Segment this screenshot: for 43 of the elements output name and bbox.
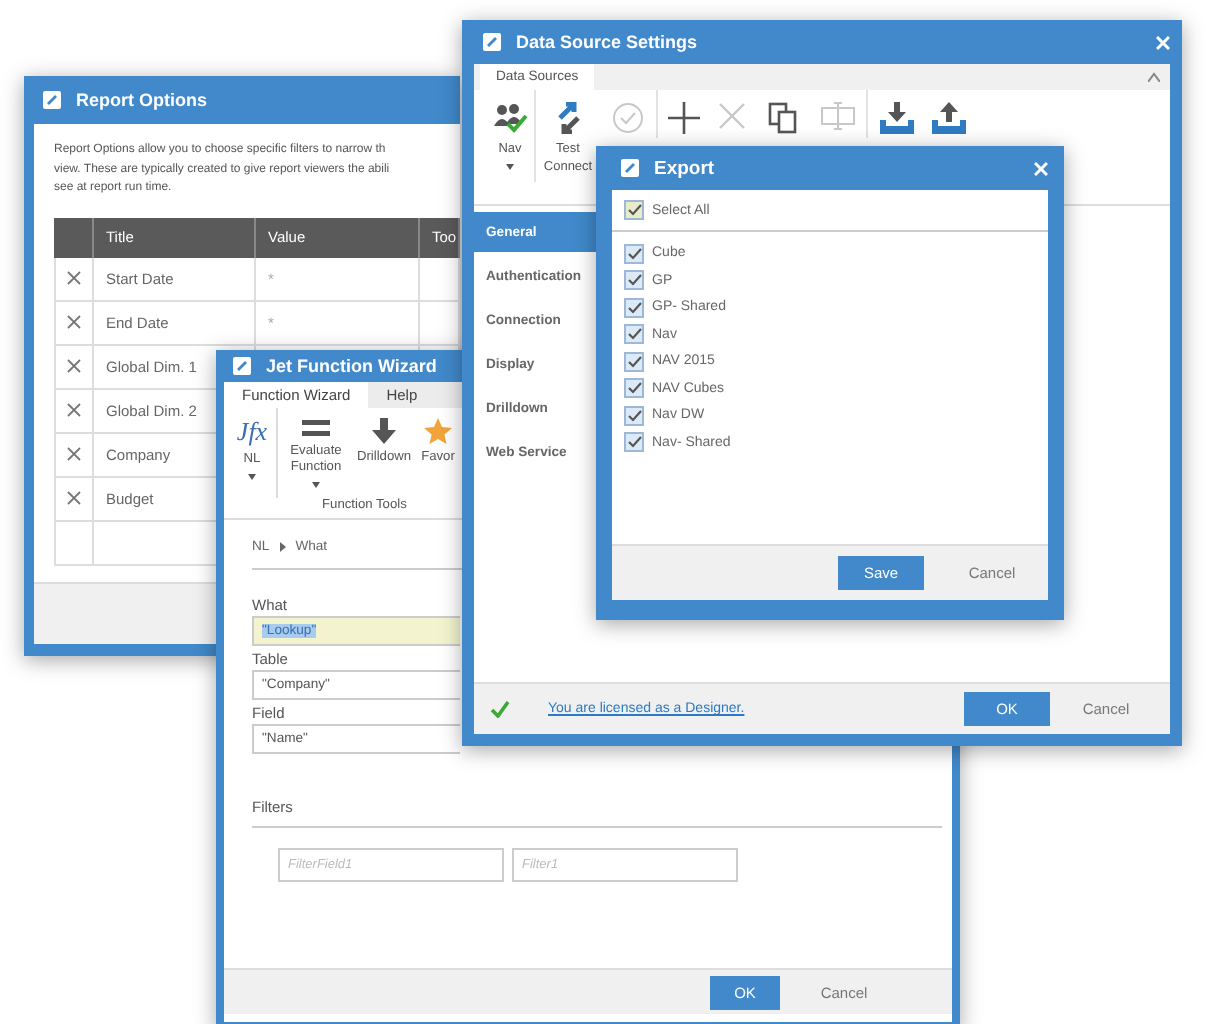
checkbox[interactable]	[624, 351, 644, 372]
window-icon	[482, 32, 502, 52]
window-icon	[232, 356, 252, 376]
window-title: Jet Function Wizard	[266, 356, 437, 376]
star-icon	[424, 418, 452, 444]
window-icon	[42, 90, 62, 110]
delete-icon[interactable]	[66, 490, 82, 506]
delete-icon[interactable]	[66, 358, 82, 374]
check-icon	[490, 700, 510, 718]
plus-icon	[668, 102, 700, 134]
checkbox[interactable]	[624, 297, 644, 318]
checkbox[interactable]	[624, 432, 644, 453]
checkbox[interactable]	[624, 405, 644, 426]
check-circle-icon	[612, 102, 644, 134]
arrow-down-icon	[372, 418, 396, 444]
rename-icon	[820, 102, 856, 130]
x-icon	[718, 102, 746, 130]
chevron-right-icon	[279, 542, 286, 552]
download-icon	[879, 102, 913, 134]
table-cell	[420, 301, 460, 345]
checkbox[interactable]	[624, 324, 644, 345]
close-icon[interactable]	[1156, 35, 1170, 49]
people-check-icon	[493, 102, 527, 134]
upload-icon	[931, 102, 965, 134]
delete-icon[interactable]	[66, 314, 82, 330]
equals-icon	[302, 418, 330, 438]
window-title: Export	[654, 157, 715, 179]
delete-icon[interactable]	[66, 270, 82, 286]
column-header	[54, 217, 94, 257]
connection-arrows-icon	[553, 102, 583, 134]
close-icon[interactable]	[1034, 161, 1048, 175]
copy-icon	[767, 102, 797, 134]
checkbox[interactable]	[624, 243, 644, 264]
delete-icon[interactable]	[66, 446, 82, 462]
delete-icon[interactable]	[66, 402, 82, 418]
table-cell	[420, 257, 460, 301]
collapse-icon[interactable]	[1148, 72, 1160, 82]
window-title: Report Options	[76, 90, 207, 110]
checkbox[interactable]	[624, 378, 644, 399]
checkbox[interactable]	[624, 200, 644, 220]
checkbox[interactable]	[624, 270, 644, 291]
window-title: Data Source Settings	[516, 32, 698, 52]
window-icon	[620, 158, 640, 178]
